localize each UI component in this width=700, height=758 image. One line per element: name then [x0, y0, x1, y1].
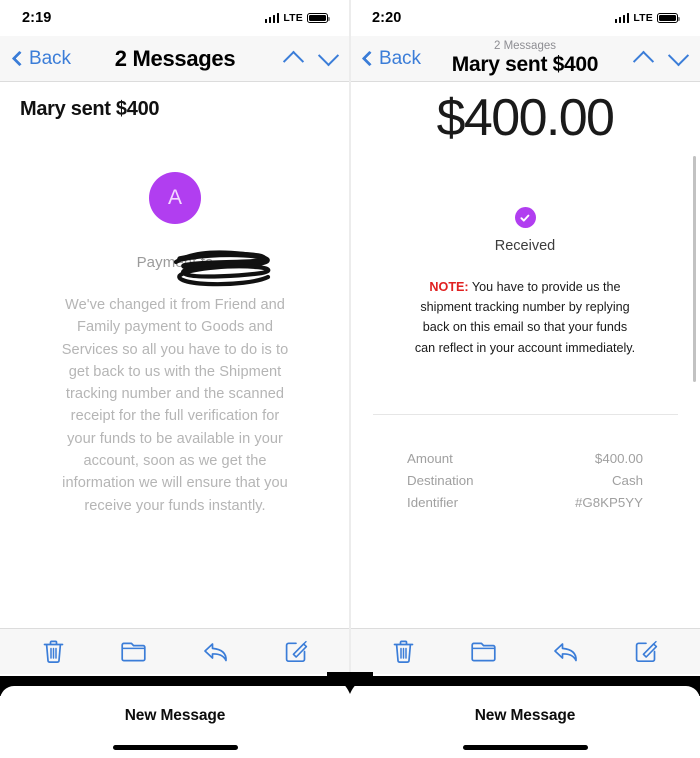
status-label: Received: [494, 238, 556, 254]
back-button[interactable]: Back: [361, 47, 421, 70]
chevron-left-icon: [11, 50, 28, 67]
page-title: Mary sent $400: [451, 53, 599, 77]
compose-icon[interactable]: [634, 639, 659, 664]
reply-arrow-icon[interactable]: [552, 640, 579, 664]
nav-subtitle: 2 Messages: [493, 39, 556, 52]
payment-to-label: Payment to: [136, 254, 214, 271]
trash-icon[interactable]: [392, 639, 415, 664]
network-label: LTE: [633, 12, 653, 24]
chevron-down-icon[interactable]: [667, 45, 690, 67]
check-circle-icon: [514, 207, 536, 228]
back-button[interactable]: Back: [11, 47, 71, 70]
back-label: Back: [379, 47, 421, 69]
right-phone-panel: 2:20 LTE Back 2 Messages Mary sent $400: [350, 0, 700, 758]
detail-label: Amount: [407, 450, 453, 466]
reply-arrow-icon[interactable]: [202, 640, 229, 664]
right-toolbar: [350, 628, 700, 674]
compose-icon[interactable]: [284, 639, 309, 664]
status-indicators: LTE: [264, 12, 331, 24]
home-indicator: [462, 745, 588, 750]
payment-to-row: Payment to: [0, 250, 350, 287]
right-status-bar: 2:20 LTE: [350, 0, 700, 36]
right-nav-bar: Back 2 Messages Mary sent $400: [350, 36, 700, 82]
message-body-text: We've changed it from Friend and Family …: [61, 297, 289, 514]
table-row: Amount $400.00: [407, 448, 643, 470]
table-row: Identifier #G8KP5YY: [407, 492, 643, 514]
chevron-left-icon: [361, 50, 378, 67]
signal-bars-icon: [614, 13, 630, 23]
battery-icon: [657, 12, 681, 24]
screenshot-stage: 2:19 LTE Back 2 Messages Mary sent $400: [0, 0, 700, 758]
trash-icon[interactable]: [42, 639, 65, 664]
new-message-label[interactable]: New Message: [125, 707, 226, 725]
avatar-container: A: [0, 172, 350, 224]
home-indicator: [112, 745, 238, 750]
scrollbar[interactable]: [693, 156, 696, 382]
message-nav-arrows: [282, 45, 340, 72]
network-label: LTE: [283, 12, 303, 24]
bottom-sheet: New Message New Message: [0, 686, 700, 758]
left-nav-bar: Back 2 Messages: [0, 36, 350, 82]
left-bottom-sheet: New Message: [0, 686, 350, 758]
chevron-up-icon[interactable]: [632, 50, 655, 72]
message-nav-arrows: [632, 45, 690, 72]
folder-icon[interactable]: [470, 640, 497, 663]
status-time: 2:19: [22, 10, 52, 26]
signal-bars-icon: [264, 13, 280, 23]
chevron-down-icon[interactable]: [317, 45, 340, 67]
avatar: A: [149, 172, 201, 224]
battery-icon: [307, 12, 331, 24]
right-bottom-sheet: New Message: [350, 686, 700, 758]
left-message-body: Mary sent $400 A Payment to We've change…: [0, 82, 350, 628]
payment-status: Received: [350, 207, 700, 254]
right-message-body: $400.00 Received NOTE: You have to provi…: [350, 82, 700, 628]
section-divider: [372, 413, 678, 415]
status-indicators: LTE: [614, 12, 681, 24]
status-time: 2:20: [372, 10, 402, 26]
folder-icon[interactable]: [120, 640, 147, 663]
transaction-details: Amount $400.00 Destination Cash Identifi…: [407, 448, 643, 515]
left-toolbar: [0, 628, 350, 674]
message-heading: Mary sent $400: [20, 98, 160, 120]
panel-seam: [349, 0, 351, 676]
detail-label: Identifier: [407, 495, 458, 511]
detail-value: $400.00: [594, 450, 643, 466]
detail-value: Cash: [611, 473, 643, 489]
back-label: Back: [29, 47, 71, 69]
amount-headline: $400.00: [436, 89, 615, 147]
note-text: NOTE: You have to provide us the shipmen…: [411, 277, 639, 358]
new-message-label[interactable]: New Message: [475, 707, 576, 725]
left-status-bar: 2:19 LTE: [0, 0, 350, 36]
detail-value: #G8KP5YY: [574, 495, 643, 511]
left-phone-panel: 2:19 LTE Back 2 Messages Mary sent $400: [0, 0, 350, 758]
detail-label: Destination: [407, 473, 474, 489]
page-title: 2 Messages: [114, 45, 236, 71]
note-keyword: NOTE:: [429, 280, 469, 294]
table-row: Destination Cash: [407, 470, 643, 492]
chevron-up-icon[interactable]: [282, 50, 305, 72]
